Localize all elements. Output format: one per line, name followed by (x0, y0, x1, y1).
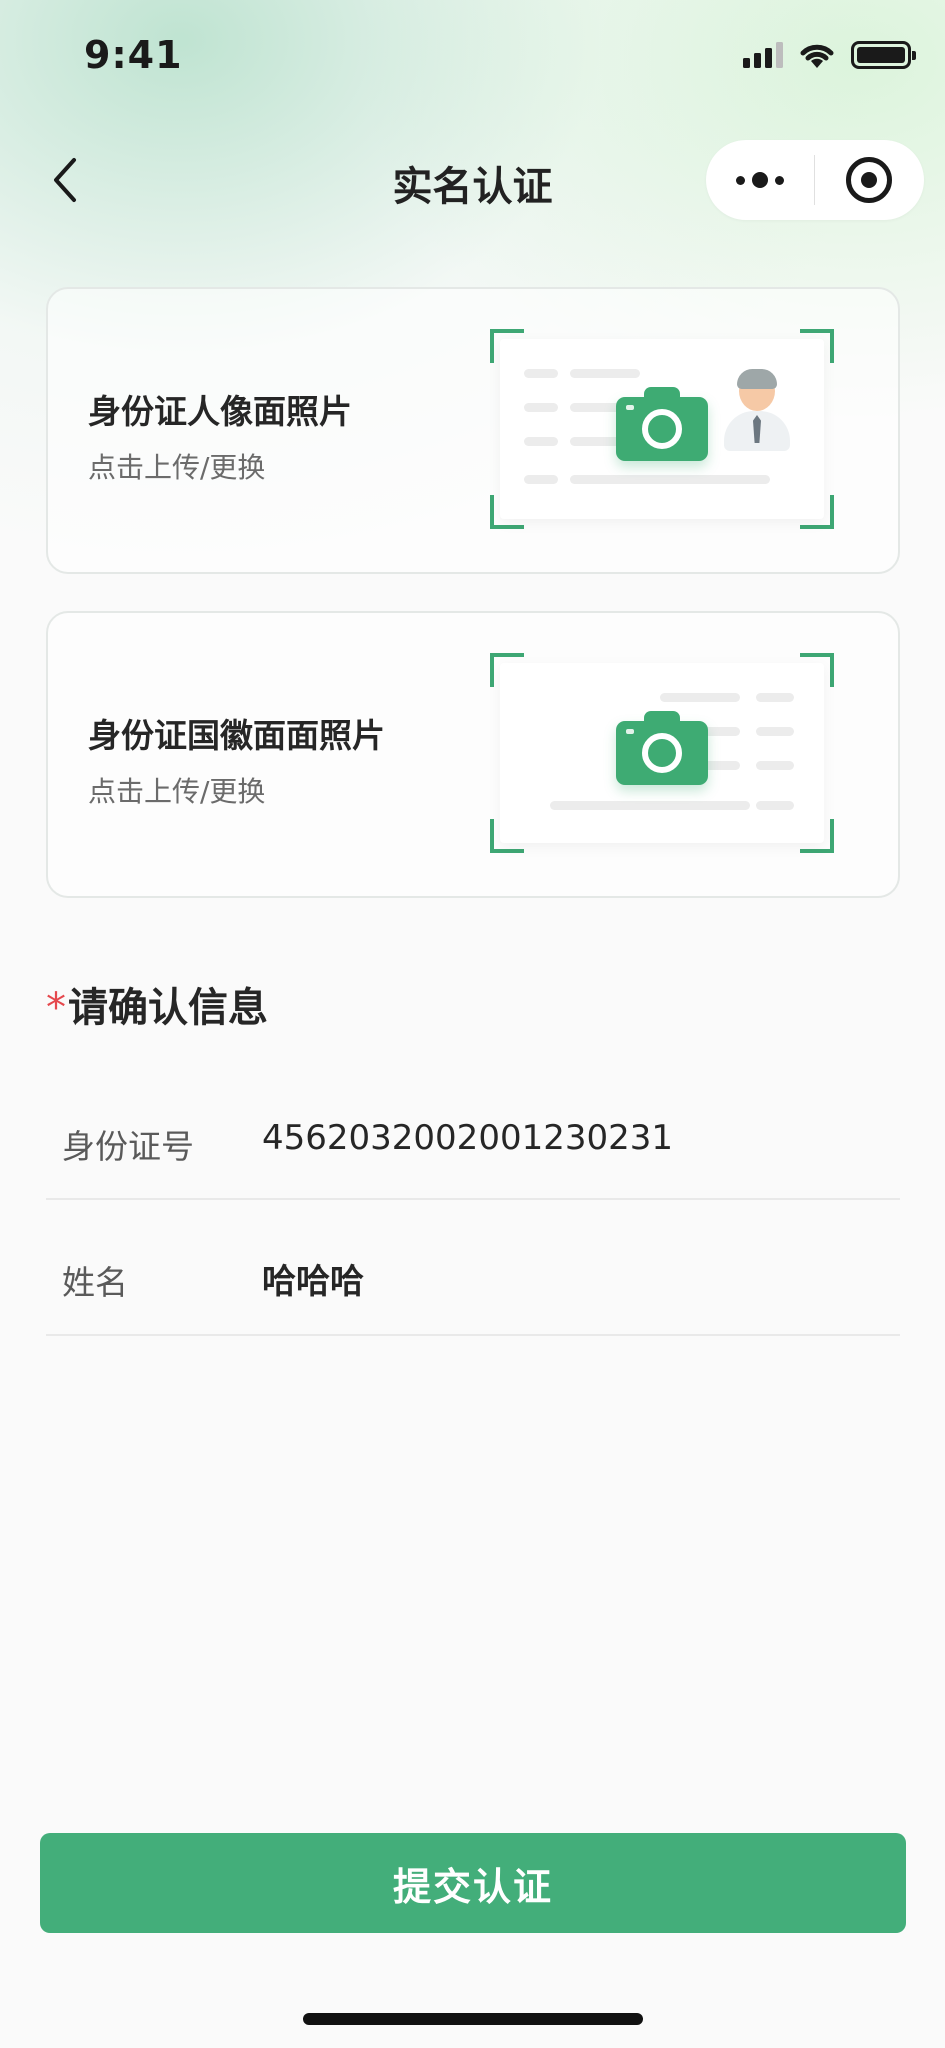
more-dots-icon (736, 172, 784, 188)
more-button[interactable] (706, 140, 814, 220)
id-back-illustration (490, 653, 834, 853)
battery-icon (851, 41, 916, 69)
miniprogram-capsule (706, 140, 924, 220)
name-label: 姓名 (62, 1263, 128, 1302)
card-subtitle: 点击上传/更换 (88, 451, 266, 484)
id-number-row: 身份证号 456203200200123023​1 (46, 1064, 900, 1200)
id-front-illustration (490, 329, 834, 529)
home-indicator (303, 2013, 643, 2025)
status-bar: 9:41 (0, 0, 945, 115)
camera-icon (616, 387, 708, 461)
card-subtitle: 点击上传/更换 (88, 775, 266, 808)
card-title: 身份证国徽面面照片 (88, 716, 385, 755)
wifi-icon (800, 44, 834, 68)
name-row: 姓名 哈哈哈 (46, 1200, 900, 1336)
camera-icon (616, 711, 708, 785)
signal-icon (743, 42, 783, 68)
target-circle-icon (846, 157, 892, 203)
confirm-info-heading: *请确认信息 (46, 975, 268, 1033)
submit-verification-button[interactable]: 提交认证 (40, 1833, 906, 1933)
required-mark: * (46, 985, 66, 1031)
status-time: 9:41 (84, 33, 183, 77)
portrait-avatar-icon (724, 369, 790, 455)
id-number-field[interactable]: 456203200200123023​1 (262, 1118, 882, 1158)
upload-id-front-card[interactable]: 身份证人像面照片 点击上传/更换 (46, 287, 900, 574)
id-number-label: 身份证号 (62, 1127, 194, 1166)
navigation-bar: 实名认证 (0, 130, 945, 230)
status-icons (743, 40, 916, 70)
close-miniprogram-button[interactable] (815, 140, 923, 220)
section-title-text: 请确认信息 (68, 985, 268, 1031)
id-card-paper (500, 663, 824, 843)
name-field[interactable]: 哈哈哈 (262, 1254, 882, 1303)
card-title: 身份证人像面照片 (88, 392, 352, 431)
upload-id-back-card[interactable]: 身份证国徽面面照片 点击上传/更换 (46, 611, 900, 898)
id-card-paper (500, 339, 824, 519)
